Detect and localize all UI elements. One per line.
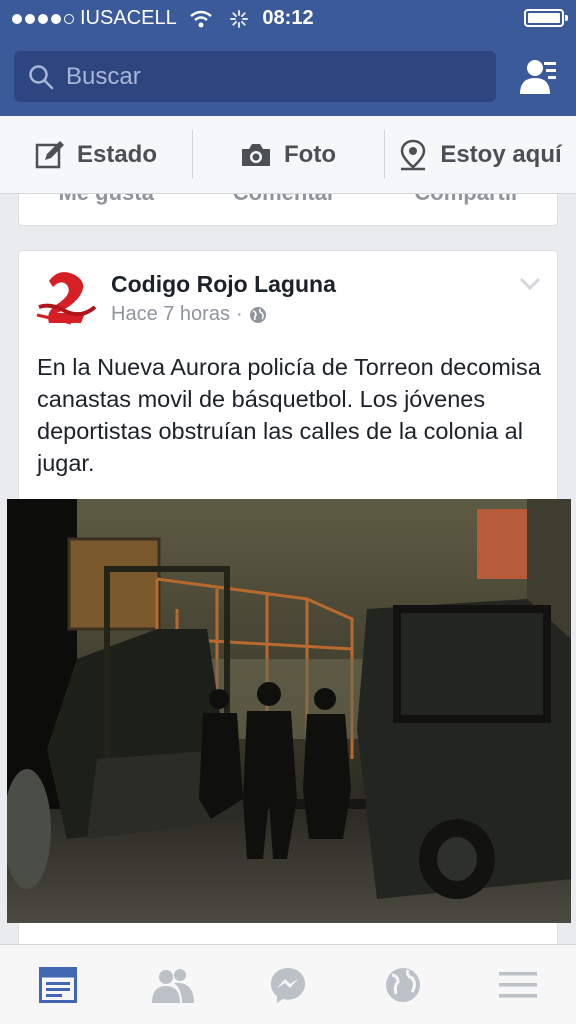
photo-night-police-scene	[7, 499, 571, 923]
messenger-icon	[271, 967, 305, 1003]
chevron-down-icon[interactable]	[519, 277, 541, 291]
search-bar[interactable]	[14, 51, 496, 102]
photo-button[interactable]: Foto	[192, 116, 384, 193]
post-text: En la Nueva Aurora policía de Torreon de…	[37, 354, 541, 476]
check-in-button[interactable]: Estoy aquí	[384, 116, 576, 193]
previous-post-footer: Me gusta Comentar Compartir	[18, 194, 558, 226]
pencil-icon	[35, 140, 64, 168]
friend-requests-icon	[151, 968, 194, 1003]
tab-notifications[interactable]	[346, 945, 461, 1024]
bottom-tab-bar	[0, 944, 576, 1024]
more-menu-icon	[499, 971, 538, 997]
tab-news-feed[interactable]	[0, 945, 115, 1024]
check-in-label: Estoy aquí	[440, 140, 562, 168]
battery-icon	[524, 9, 568, 27]
search-icon	[29, 64, 54, 89]
tab-messenger[interactable]	[230, 945, 345, 1024]
tab-more[interactable]	[461, 945, 576, 1024]
top-header: IUSACELL 08:12	[0, 0, 576, 116]
public-globe-icon	[249, 306, 266, 323]
status-bar: IUSACELL 08:12	[0, 0, 576, 36]
post-meta: Hace 7 horas ·	[111, 303, 267, 326]
page-avatar[interactable]	[35, 267, 99, 331]
comment-button[interactable]: Comentar	[233, 194, 336, 206]
tab-friend-requests[interactable]	[115, 945, 230, 1024]
post-time[interactable]: Hace 7 horas	[111, 303, 230, 326]
status-update-label: Estado	[76, 140, 157, 168]
news-feed-icon	[38, 966, 77, 1003]
news-feed-post: Codigo Rojo Laguna Hace 7 horas · En la …	[7, 250, 571, 950]
post-author[interactable]: Codigo Rojo Laguna	[111, 271, 336, 298]
camera-icon	[242, 143, 270, 166]
status-update-button[interactable]: Estado	[0, 116, 192, 193]
notifications-globe-icon	[386, 967, 421, 1002]
photo-label: Foto	[284, 140, 336, 168]
clock: 08:12	[262, 7, 314, 29]
share-button[interactable]: Compartir	[414, 194, 519, 206]
search-input[interactable]	[66, 62, 466, 91]
like-button[interactable]: Me gusta	[58, 194, 153, 206]
location-pin-icon	[401, 139, 426, 170]
meta-separator: ·	[235, 303, 243, 325]
composer-bar: Estado Foto Estoy aquí	[0, 116, 576, 194]
post-photo[interactable]	[7, 499, 571, 923]
friends-list-icon[interactable]	[518, 56, 558, 96]
